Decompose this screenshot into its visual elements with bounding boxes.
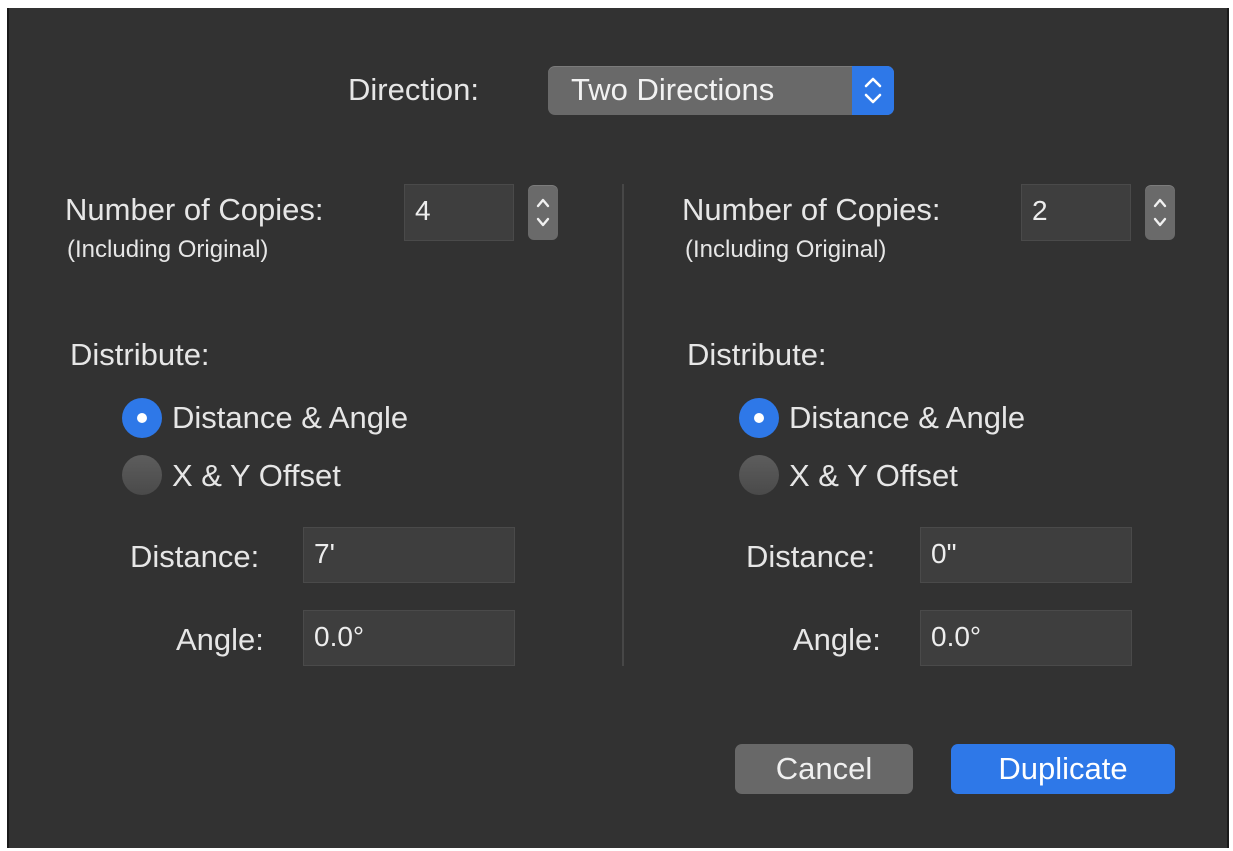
left-copies-sublabel: (Including Original): [67, 236, 269, 263]
right-copies-sublabel: (Including Original): [685, 236, 887, 263]
right-copies-label: Number of Copies:: [682, 192, 941, 227]
right-distribute-label: Distribute:: [687, 337, 827, 372]
stepper-arrows-icon: [1153, 198, 1167, 227]
right-option-distance-angle[interactable]: Distance & Angle: [789, 400, 1025, 436]
left-distribute-label: Distribute:: [70, 337, 210, 372]
right-copies-stepper[interactable]: [1145, 185, 1175, 240]
left-distance-field[interactable]: 7': [303, 527, 515, 583]
direction-label: Direction:: [348, 72, 479, 107]
right-radio-distance-angle[interactable]: [739, 398, 779, 438]
left-angle-label: Angle:: [176, 622, 264, 657]
popup-arrows-icon: [852, 66, 894, 115]
left-distance-label: Distance:: [130, 539, 260, 574]
left-radio-distance-angle[interactable]: [122, 398, 162, 438]
column-divider: [622, 184, 624, 666]
right-distance-label: Distance:: [746, 539, 876, 574]
left-option-xy-offset[interactable]: X & Y Offset: [172, 458, 341, 494]
right-distance-field[interactable]: 0": [920, 527, 1132, 583]
right-radio-xy-offset[interactable]: [739, 455, 779, 495]
left-option-distance-angle[interactable]: Distance & Angle: [172, 400, 408, 436]
stepper-arrows-icon: [536, 198, 550, 227]
left-copies-field[interactable]: 4: [404, 184, 514, 241]
direction-popup[interactable]: Two Directions: [548, 66, 894, 115]
cancel-button[interactable]: Cancel: [735, 744, 913, 794]
duplicate-button[interactable]: Duplicate: [951, 744, 1175, 794]
direction-value: Two Directions: [571, 72, 775, 107]
left-copies-stepper[interactable]: [528, 185, 558, 240]
right-copies-field[interactable]: 2: [1021, 184, 1131, 241]
right-option-xy-offset[interactable]: X & Y Offset: [789, 458, 958, 494]
left-radio-xy-offset[interactable]: [122, 455, 162, 495]
right-angle-label: Angle:: [793, 622, 881, 657]
duplicate-dialog: Direction: Two Directions Number of Copi…: [7, 8, 1229, 848]
left-angle-field[interactable]: 0.0°: [303, 610, 515, 666]
left-copies-label: Number of Copies:: [65, 192, 324, 227]
right-angle-field[interactable]: 0.0°: [920, 610, 1132, 666]
